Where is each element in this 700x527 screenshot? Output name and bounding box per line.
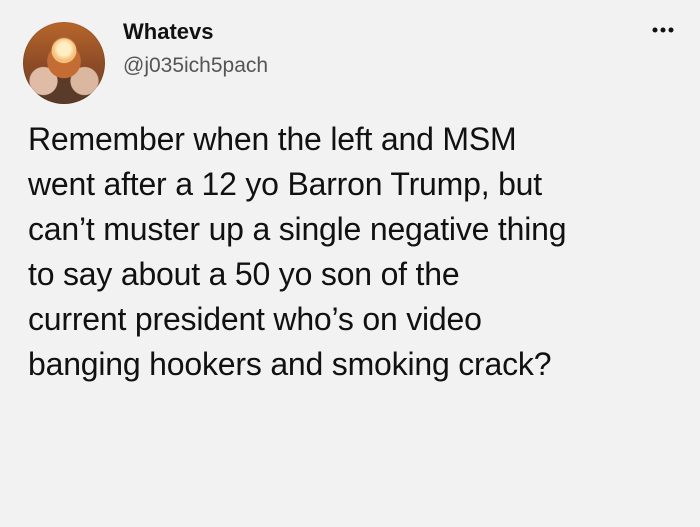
more-options-icon xyxy=(652,27,674,33)
more-options-button[interactable] xyxy=(646,20,680,40)
avatar[interactable] xyxy=(23,22,105,104)
tweet-text: Remember when the left and MSM went afte… xyxy=(28,121,567,382)
avatar-image xyxy=(51,36,77,62)
user-handle[interactable]: @j035ich5pach xyxy=(123,52,268,80)
tweet-card: Whatevs @j035ich5pach Remember when the … xyxy=(0,0,700,527)
display-name[interactable]: Whatevs xyxy=(123,18,213,46)
